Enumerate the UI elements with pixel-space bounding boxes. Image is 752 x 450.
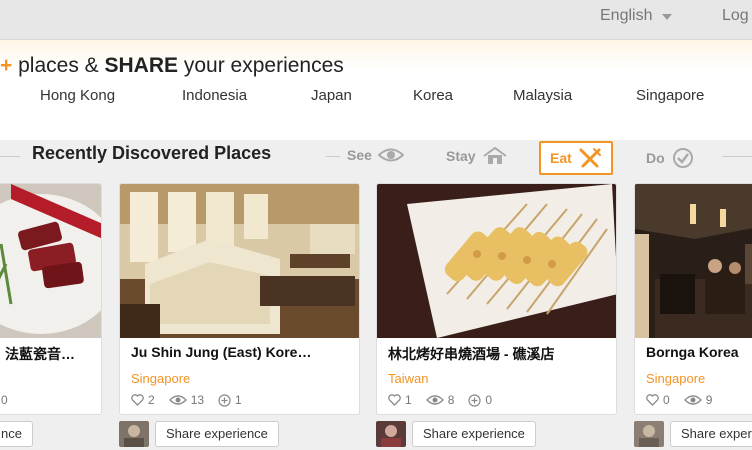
country-link-japan[interactable]: Japan xyxy=(311,87,352,104)
place-name[interactable]: 法藍瓷音… xyxy=(5,344,75,364)
adds-count: 1 xyxy=(235,393,242,407)
top-bar: English Log xyxy=(0,0,752,40)
place-stats: 0 xyxy=(1,393,8,407)
place-photo[interactable] xyxy=(377,184,616,338)
likes-stat: 0 xyxy=(1,393,8,407)
house-icon xyxy=(482,147,508,165)
views-stat: 9 xyxy=(683,393,713,407)
likes-stat[interactable]: 2 xyxy=(131,393,155,407)
adds-stat[interactable]: 1 xyxy=(218,393,242,407)
divider xyxy=(0,156,20,157)
avatar xyxy=(634,421,664,447)
place-location[interactable]: Singapore xyxy=(131,371,190,386)
filter-stay-label: Stay xyxy=(446,148,476,164)
heart-icon xyxy=(388,394,401,406)
avatar xyxy=(119,421,149,447)
views-stat: 13 xyxy=(168,393,205,407)
country-link-hong-kong[interactable]: Hong Kong xyxy=(40,87,115,104)
place-stats: 1 8 0 xyxy=(388,393,492,407)
avatar xyxy=(376,421,406,447)
login-link[interactable]: Log xyxy=(722,7,749,25)
eye-icon xyxy=(683,395,702,405)
views-count: 8 xyxy=(447,393,455,407)
views-count: 9 xyxy=(705,393,713,407)
country-link-korea[interactable]: Korea xyxy=(413,87,453,104)
filter-eat-label: Eat xyxy=(550,150,572,166)
place-location[interactable]: Taiwan xyxy=(388,371,428,386)
country-link-indonesia[interactable]: Indonesia xyxy=(182,87,247,104)
section-header: Recently Discovered Places See Stay Eat … xyxy=(0,140,752,180)
country-link-malaysia[interactable]: Malaysia xyxy=(513,87,572,104)
language-label: English xyxy=(600,7,653,24)
place-name[interactable]: Bornga Korea xyxy=(646,344,739,360)
plus-circle-icon xyxy=(218,393,231,407)
country-nav: Hong Kong Indonesia Japan Korea Malaysia… xyxy=(0,87,752,111)
place-card[interactable]: Bornga Korea Singapore 0 9 xyxy=(634,183,752,415)
views-stat: 8 xyxy=(425,393,455,407)
tagline-text-2: your experiences xyxy=(178,54,344,77)
divider xyxy=(326,156,340,157)
share-experience-button[interactable]: Share experie xyxy=(670,421,752,447)
plus-icon: + xyxy=(0,54,13,77)
place-name[interactable]: Ju Shin Jung (East) Kore… xyxy=(131,344,311,360)
eye-icon xyxy=(168,395,187,405)
heart-icon xyxy=(646,394,659,406)
filter-do-label: Do xyxy=(646,150,665,166)
utensils-icon xyxy=(578,147,602,169)
tagline-text-1: places & xyxy=(18,54,105,77)
likes-count: 0 xyxy=(1,393,8,407)
eye-icon xyxy=(425,395,444,405)
heart-icon xyxy=(131,394,144,406)
tagline: + places & SHARE your experiences xyxy=(0,54,344,78)
share-experience-button[interactable]: Share experience xyxy=(412,421,536,447)
share-experience-button[interactable]: nce xyxy=(0,421,33,447)
country-link-singapore[interactable]: Singapore xyxy=(636,87,704,104)
place-photo[interactable] xyxy=(120,184,359,338)
likes-count: 2 xyxy=(148,393,155,407)
views-count: 13 xyxy=(190,393,205,407)
place-location[interactable]: Singapore xyxy=(646,371,705,386)
share-row: nce Share experience Share experience Sh… xyxy=(0,421,752,447)
likes-count: 1 xyxy=(405,393,412,407)
likes-stat[interactable]: 0 xyxy=(646,393,670,407)
filter-see-label: See xyxy=(347,147,372,163)
divider xyxy=(722,156,752,157)
tagline-bold: SHARE xyxy=(104,54,179,77)
place-card[interactable]: Ju Shin Jung (East) Kore… Singapore 2 13… xyxy=(119,183,360,415)
filter-stay[interactable]: Stay xyxy=(446,147,508,165)
likes-count: 0 xyxy=(663,393,670,407)
share-experience-button[interactable]: Share experience xyxy=(155,421,279,447)
place-photo[interactable] xyxy=(0,184,101,338)
eye-icon xyxy=(377,147,404,163)
language-selector[interactable]: English xyxy=(600,7,673,25)
filter-do[interactable]: Do xyxy=(646,147,695,169)
likes-stat[interactable]: 1 xyxy=(388,393,412,407)
filter-eat[interactable]: Eat xyxy=(539,141,613,175)
place-stats: 2 13 1 xyxy=(131,393,242,407)
place-card[interactable]: 法藍瓷音… 0 xyxy=(0,183,102,415)
chevron-down-icon xyxy=(662,14,673,20)
filter-see[interactable]: See xyxy=(347,147,404,163)
checkmark-circle-icon xyxy=(671,147,695,169)
adds-stat[interactable]: 0 xyxy=(468,393,492,407)
place-card[interactable]: 林北烤好串燒酒場 - 礁溪店 Taiwan 1 8 0 xyxy=(376,183,617,415)
place-name[interactable]: 林北烤好串燒酒場 - 礁溪店 xyxy=(388,344,554,364)
hero-banner: + places & SHARE your experiences Hong K… xyxy=(0,40,752,140)
place-stats: 0 9 xyxy=(646,393,712,407)
adds-count: 0 xyxy=(485,393,493,407)
place-photo[interactable] xyxy=(635,184,752,338)
section-title: Recently Discovered Places xyxy=(32,143,272,163)
plus-circle-icon xyxy=(468,393,481,407)
